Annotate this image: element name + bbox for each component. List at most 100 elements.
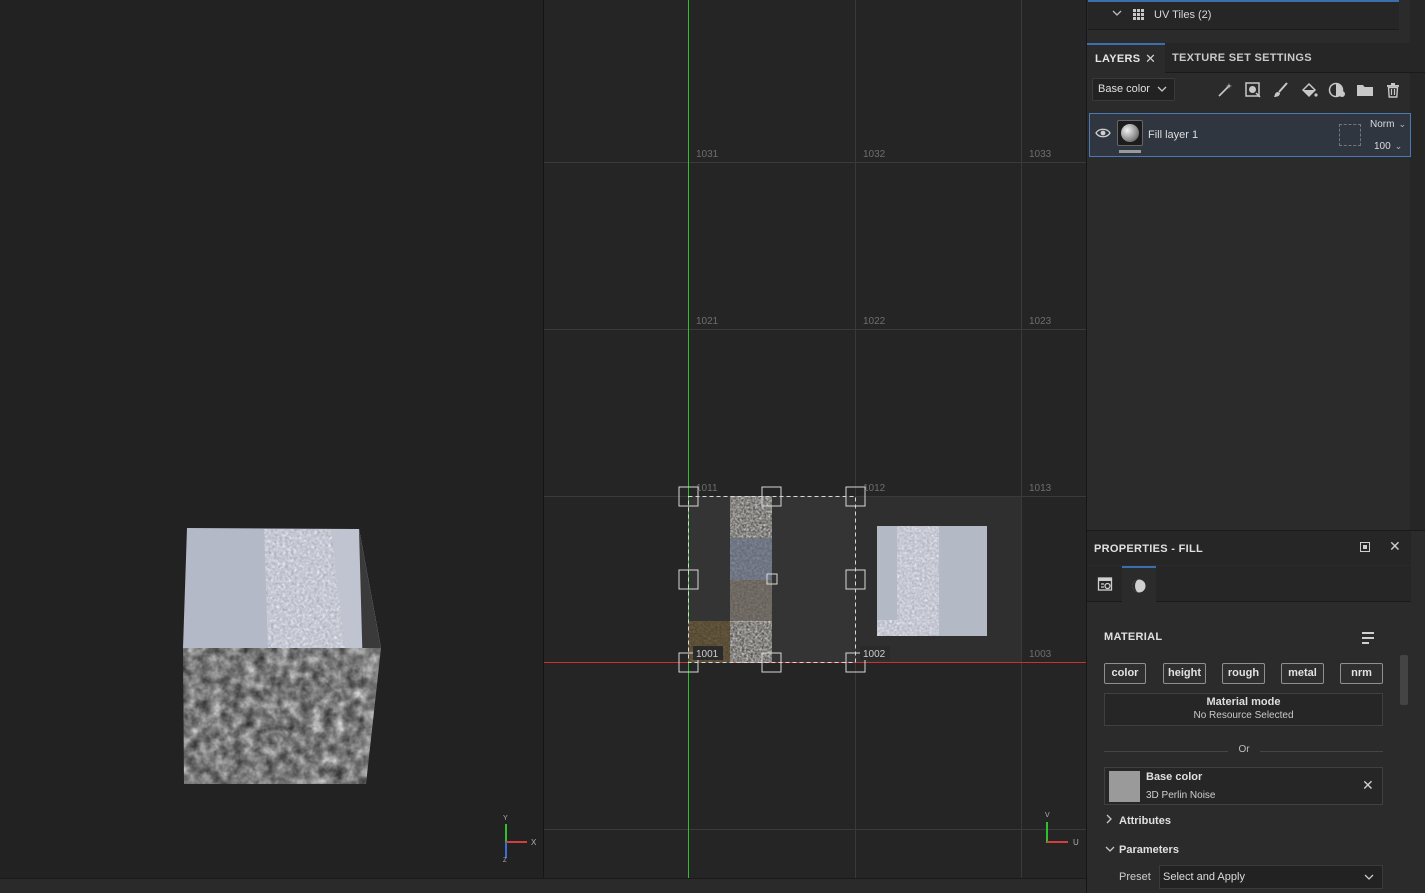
chevron-down-icon: ⌄ xyxy=(1398,119,1406,129)
axis-label-u: U xyxy=(1073,838,1079,847)
material-icon xyxy=(1132,579,1146,593)
cube-front-face xyxy=(183,648,381,784)
smart-material-icon[interactable] xyxy=(1328,81,1346,99)
properties-scrollbar[interactable] xyxy=(1400,655,1408,705)
attributes-section[interactable]: Attributes xyxy=(1105,814,1171,827)
layer-row[interactable]: Fill layer 1 Norm ⌄ 100 ⌄ xyxy=(1089,113,1411,157)
tile-label: 1021 xyxy=(696,316,719,327)
viewport-uv[interactable]: 1031 1032 1033 1021 1022 1023 1011 1012 … xyxy=(544,0,1086,878)
base-color-swatch[interactable] xyxy=(1109,771,1140,802)
menu-icon[interactable] xyxy=(1362,632,1376,644)
channel-toggle-rough[interactable]: rough xyxy=(1222,663,1265,684)
chevron-down-icon xyxy=(1364,866,1374,893)
layers-toolbar: Base color xyxy=(1087,74,1425,106)
or-label: Or xyxy=(1238,744,1250,755)
tile-label: 1003 xyxy=(1029,649,1052,660)
tile-label: 1033 xyxy=(1029,149,1052,160)
close-icon[interactable]: ✕ xyxy=(1145,45,1156,73)
folder-icon[interactable] xyxy=(1356,81,1374,99)
base-color-resource: 3D Perlin Noise xyxy=(1146,790,1216,801)
selection-accent xyxy=(1088,0,1399,2)
blend-mode-select[interactable]: Norm ⌄ xyxy=(1370,119,1406,130)
material-mode-label: Material mode xyxy=(1206,696,1281,708)
status-bar xyxy=(0,878,1086,893)
axis-label-y: Y xyxy=(503,815,508,822)
preset-select[interactable]: Select and Apply xyxy=(1159,865,1383,889)
chevron-down-icon xyxy=(1105,844,1119,856)
axis-label-z: Z xyxy=(503,858,507,864)
parameters-label: Parameters xyxy=(1119,844,1179,856)
tab-tss-label: TEXTURE SET SETTINGS xyxy=(1172,52,1312,64)
tile-label: 1011 xyxy=(696,483,718,494)
tab-layers[interactable]: LAYERS ✕ xyxy=(1087,43,1165,73)
divider-line xyxy=(1104,751,1228,752)
axis-label-x: X xyxy=(531,838,537,847)
trash-icon[interactable] xyxy=(1384,81,1402,99)
tile-label: 1022 xyxy=(863,316,886,327)
material-mode-slot[interactable]: Material mode No Resource Selected xyxy=(1104,693,1383,726)
properties-tabs xyxy=(1087,566,1411,602)
chevron-down-icon: ⌄ xyxy=(1394,141,1403,151)
preset-select-value: Select and Apply xyxy=(1163,871,1245,883)
channel-toggle-color[interactable]: color xyxy=(1104,663,1146,684)
layer-name[interactable]: Fill layer 1 xyxy=(1148,129,1198,141)
properties-panel: PROPERTIES - FILL ✕ MATERIAL color heigh… xyxy=(1087,530,1425,893)
chevron-right-icon xyxy=(1105,814,1119,827)
axis-label-v: V xyxy=(1045,812,1050,819)
layers-tab-bar: LAYERS ✕ TEXTURE SET SETTINGS xyxy=(1087,43,1425,73)
channel-toggle-metal[interactable]: metal xyxy=(1281,663,1324,684)
tab-texture-set-settings[interactable]: TEXTURE SET SETTINGS xyxy=(1172,43,1312,73)
close-icon[interactable]: ✕ xyxy=(1362,777,1374,794)
tile-label-active: 1001 xyxy=(696,649,719,660)
uv-island-1002[interactable] xyxy=(877,526,987,636)
uv-editor-canvas[interactable]: 1031 1032 1033 1021 1022 1023 1011 1012 … xyxy=(544,0,1086,878)
base-color-label: Base color xyxy=(1146,771,1203,783)
tile-label-active: 1002 xyxy=(863,649,886,660)
cube-mesh[interactable] xyxy=(180,528,385,787)
tile-label: 1031 xyxy=(696,149,719,160)
maximize-icon[interactable] xyxy=(1360,542,1370,552)
layer-thumbnail-bar xyxy=(1119,150,1141,153)
viewport-3d-canvas[interactable]: Y X Z xyxy=(0,0,543,878)
uv-tiles-label: UV Tiles (2) xyxy=(1154,9,1212,21)
tile-label: 1023 xyxy=(1029,316,1052,327)
fill-layer-icon[interactable] xyxy=(1300,81,1318,99)
opacity-value: 100 xyxy=(1374,141,1391,152)
or-divider: Or xyxy=(1104,744,1383,758)
close-icon[interactable]: ✕ xyxy=(1389,538,1401,555)
uv-tiles-row[interactable]: UV Tiles (2) xyxy=(1088,0,1399,30)
channel-toggle-nrm[interactable]: nrm xyxy=(1340,663,1383,684)
preset-label: Preset xyxy=(1119,871,1151,883)
divider-line xyxy=(1260,751,1383,752)
properties-title: PROPERTIES - FILL xyxy=(1094,543,1203,555)
uv-tiles-grid-icon xyxy=(1133,9,1144,20)
channel-select[interactable]: Base color xyxy=(1092,78,1175,101)
axis-gizmo-3d: Y X Z xyxy=(503,815,537,864)
opacity-select[interactable]: 100 ⌄ xyxy=(1374,141,1402,152)
channel-toggle-height[interactable]: height xyxy=(1163,663,1206,684)
properties-header: PROPERTIES - FILL ✕ xyxy=(1087,531,1411,565)
attributes-label: Attributes xyxy=(1119,815,1171,827)
chevron-down-icon[interactable] xyxy=(1112,8,1122,21)
base-color-slot[interactable]: Base color 3D Perlin Noise ✕ xyxy=(1104,767,1383,805)
layer-mask-slot[interactable] xyxy=(1339,124,1361,146)
add-mask-icon[interactable] xyxy=(1244,81,1262,99)
tile-label: 1012 xyxy=(863,483,886,494)
tab-layers-label: LAYERS xyxy=(1095,53,1141,65)
settings-icon xyxy=(1097,577,1113,591)
tab-material[interactable] xyxy=(1122,566,1156,602)
channel-select-value: Base color xyxy=(1098,83,1150,95)
tile-label: 1032 xyxy=(863,149,886,160)
eye-icon[interactable] xyxy=(1095,125,1111,141)
right-dock: UV Tiles (2) LAYERS ✕ TEXTURE SET SETTIN… xyxy=(1086,0,1425,893)
tab-fill-settings[interactable] xyxy=(1088,566,1122,602)
paint-layer-icon[interactable] xyxy=(1272,81,1290,99)
layer-thumbnail[interactable] xyxy=(1117,120,1143,146)
blend-mode-value: Norm xyxy=(1370,119,1395,130)
uv-grid xyxy=(544,0,1086,878)
tile-label: 1013 xyxy=(1029,483,1052,494)
material-section-title: MATERIAL xyxy=(1104,631,1163,643)
magic-wand-icon[interactable] xyxy=(1216,81,1234,99)
viewport-3d[interactable]: Y X Z xyxy=(0,0,543,878)
parameters-section[interactable]: Parameters xyxy=(1105,844,1179,856)
